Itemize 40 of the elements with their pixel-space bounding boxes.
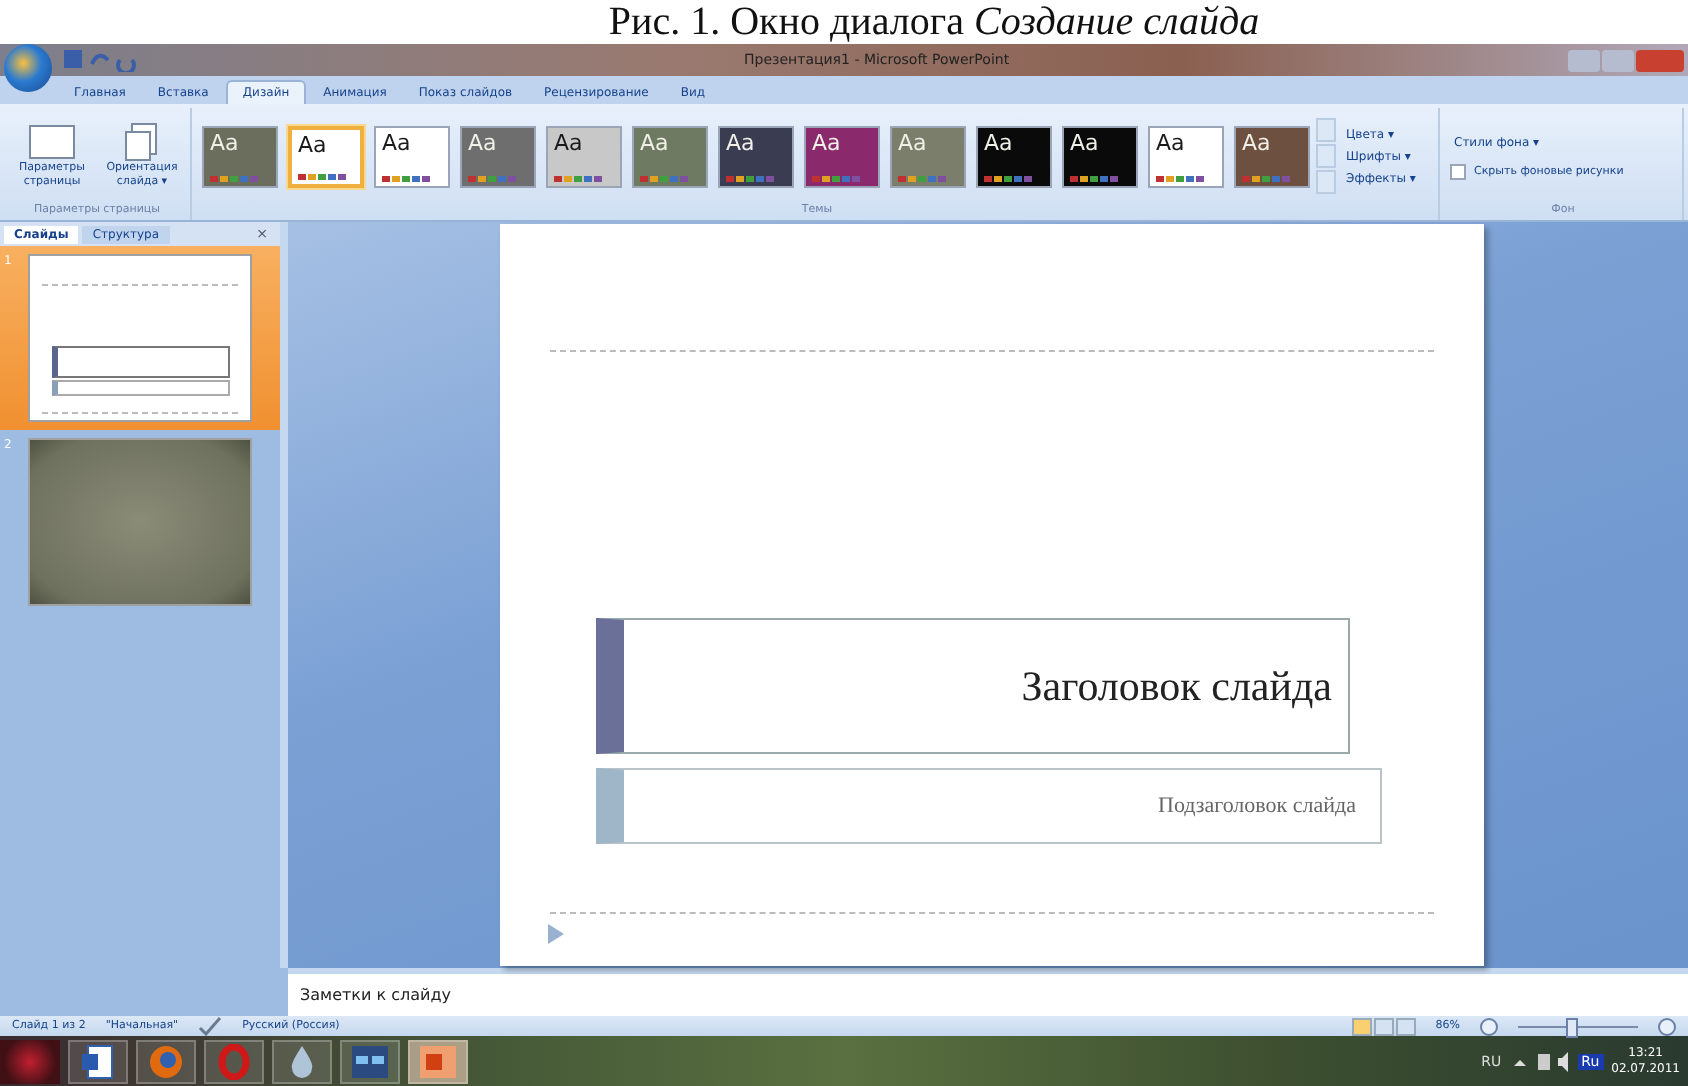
office-button[interactable] <box>4 44 52 92</box>
zoom-in-button[interactable] <box>1658 1017 1676 1035</box>
theme-thumbnail[interactable]: Aa <box>632 125 708 187</box>
spellcheck-icon[interactable] <box>198 1016 223 1036</box>
theme-thumbnail[interactable]: Aa <box>1234 125 1310 187</box>
page-icon <box>28 122 76 163</box>
theme-thumbnail[interactable]: Aa <box>1062 125 1138 187</box>
slide-subtitle: Подзаголовок слайда <box>1158 794 1356 818</box>
figure-caption: Рис. 1. Окно диалога Создание слайда <box>606 0 1262 44</box>
theme-thumbnail[interactable]: Aa <box>546 125 622 187</box>
pages-icon <box>124 122 160 163</box>
theme-thumbnail[interactable]: Aa <box>804 125 880 187</box>
theme-thumbnail[interactable]: Aa <box>890 125 966 187</box>
slide-title: Заголовок слайда <box>1021 661 1332 711</box>
theme-thumbnail[interactable]: Aa <box>976 125 1052 187</box>
theme-thumbnail[interactable]: Aa <box>1148 125 1224 187</box>
ring-icon <box>218 1043 250 1079</box>
drop-icon <box>288 1043 316 1079</box>
globe-icon <box>148 1043 184 1079</box>
theme-thumbnail[interactable]: Aa <box>202 125 278 187</box>
theme-thumbnail[interactable]: Aa <box>460 125 536 187</box>
theme-thumbnail[interactable]: Aa <box>718 125 794 187</box>
theme-thumbnail[interactable]: Aa <box>374 125 450 187</box>
start-button[interactable] <box>0 1039 60 1083</box>
slide-thumbnail[interactable] <box>28 254 252 422</box>
close-button[interactable] <box>1636 49 1684 71</box>
triangle-icon <box>548 924 564 944</box>
zoom-out-button[interactable] <box>1480 1017 1498 1035</box>
slide-thumbnail[interactable] <box>28 438 252 606</box>
theme-thumbnail[interactable]: Aa <box>288 125 364 187</box>
tray-icons[interactable] <box>1509 1049 1570 1073</box>
window-icon <box>352 1045 388 1077</box>
view-buttons[interactable] <box>1351 1017 1416 1035</box>
taskbar-app[interactable] <box>272 1039 332 1083</box>
document-icon <box>82 1043 114 1079</box>
title-placeholder[interactable]: Заголовок слайда <box>596 618 1350 754</box>
slides-icon <box>420 1045 456 1077</box>
zoom-slider-thumb[interactable] <box>1565 1017 1578 1037</box>
subtitle-placeholder[interactable]: Подзаголовок слайда <box>596 768 1382 844</box>
taskbar-app[interactable] <box>68 1039 128 1083</box>
